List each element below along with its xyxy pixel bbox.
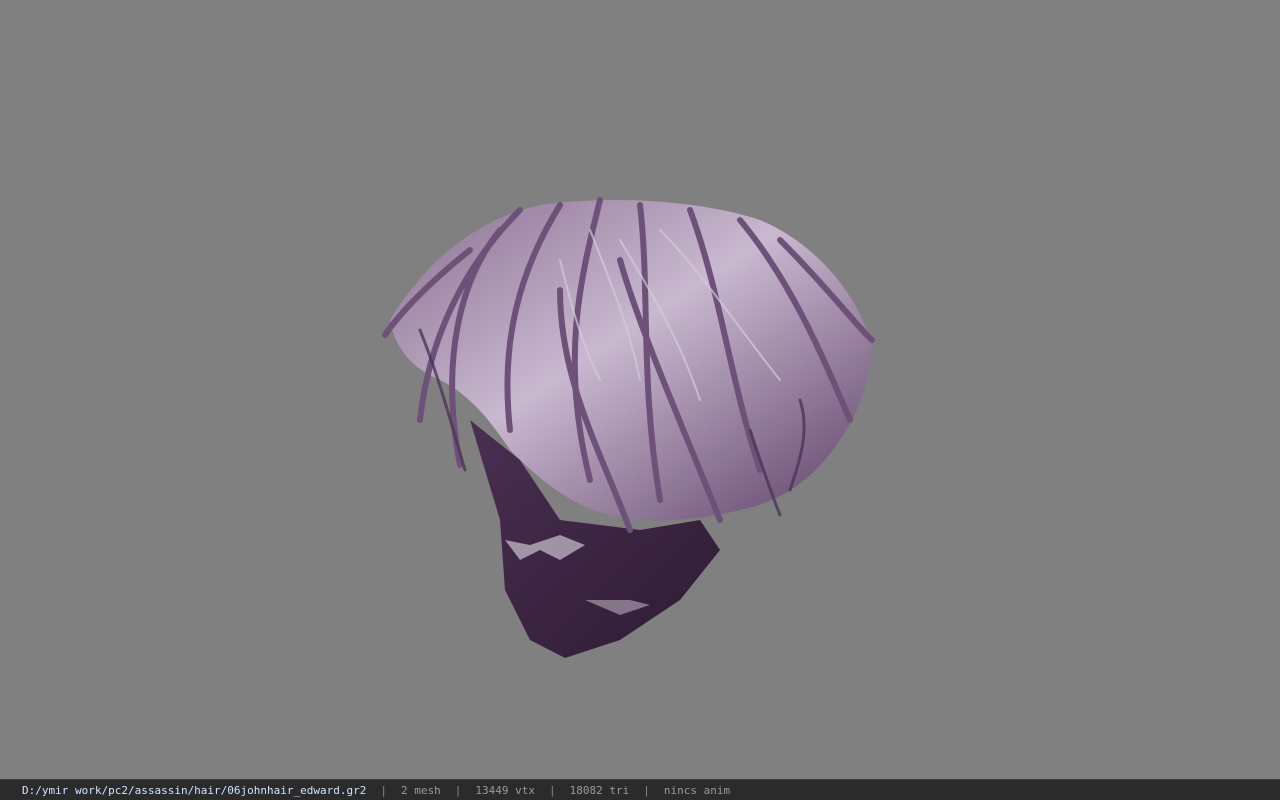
mesh-count: 2 mesh <box>401 783 441 797</box>
separator: | <box>643 783 650 797</box>
status-bar: D:/ymir work/pc2/assassin/hair/06johnhai… <box>0 779 1280 800</box>
triangle-count: 18082 tri <box>569 783 630 797</box>
vertex-count: 13449 vtx <box>475 783 535 797</box>
hair-model-render[interactable] <box>0 0 1280 779</box>
3d-viewport[interactable] <box>0 0 1280 779</box>
separator: | <box>380 783 387 797</box>
file-path: D:/ymir work/pc2/assassin/hair/06johnhai… <box>22 783 367 797</box>
animation-status: nincs anim <box>663 783 731 797</box>
hair-volume <box>390 200 872 521</box>
separator: | <box>454 783 462 797</box>
separator: | <box>548 783 556 797</box>
